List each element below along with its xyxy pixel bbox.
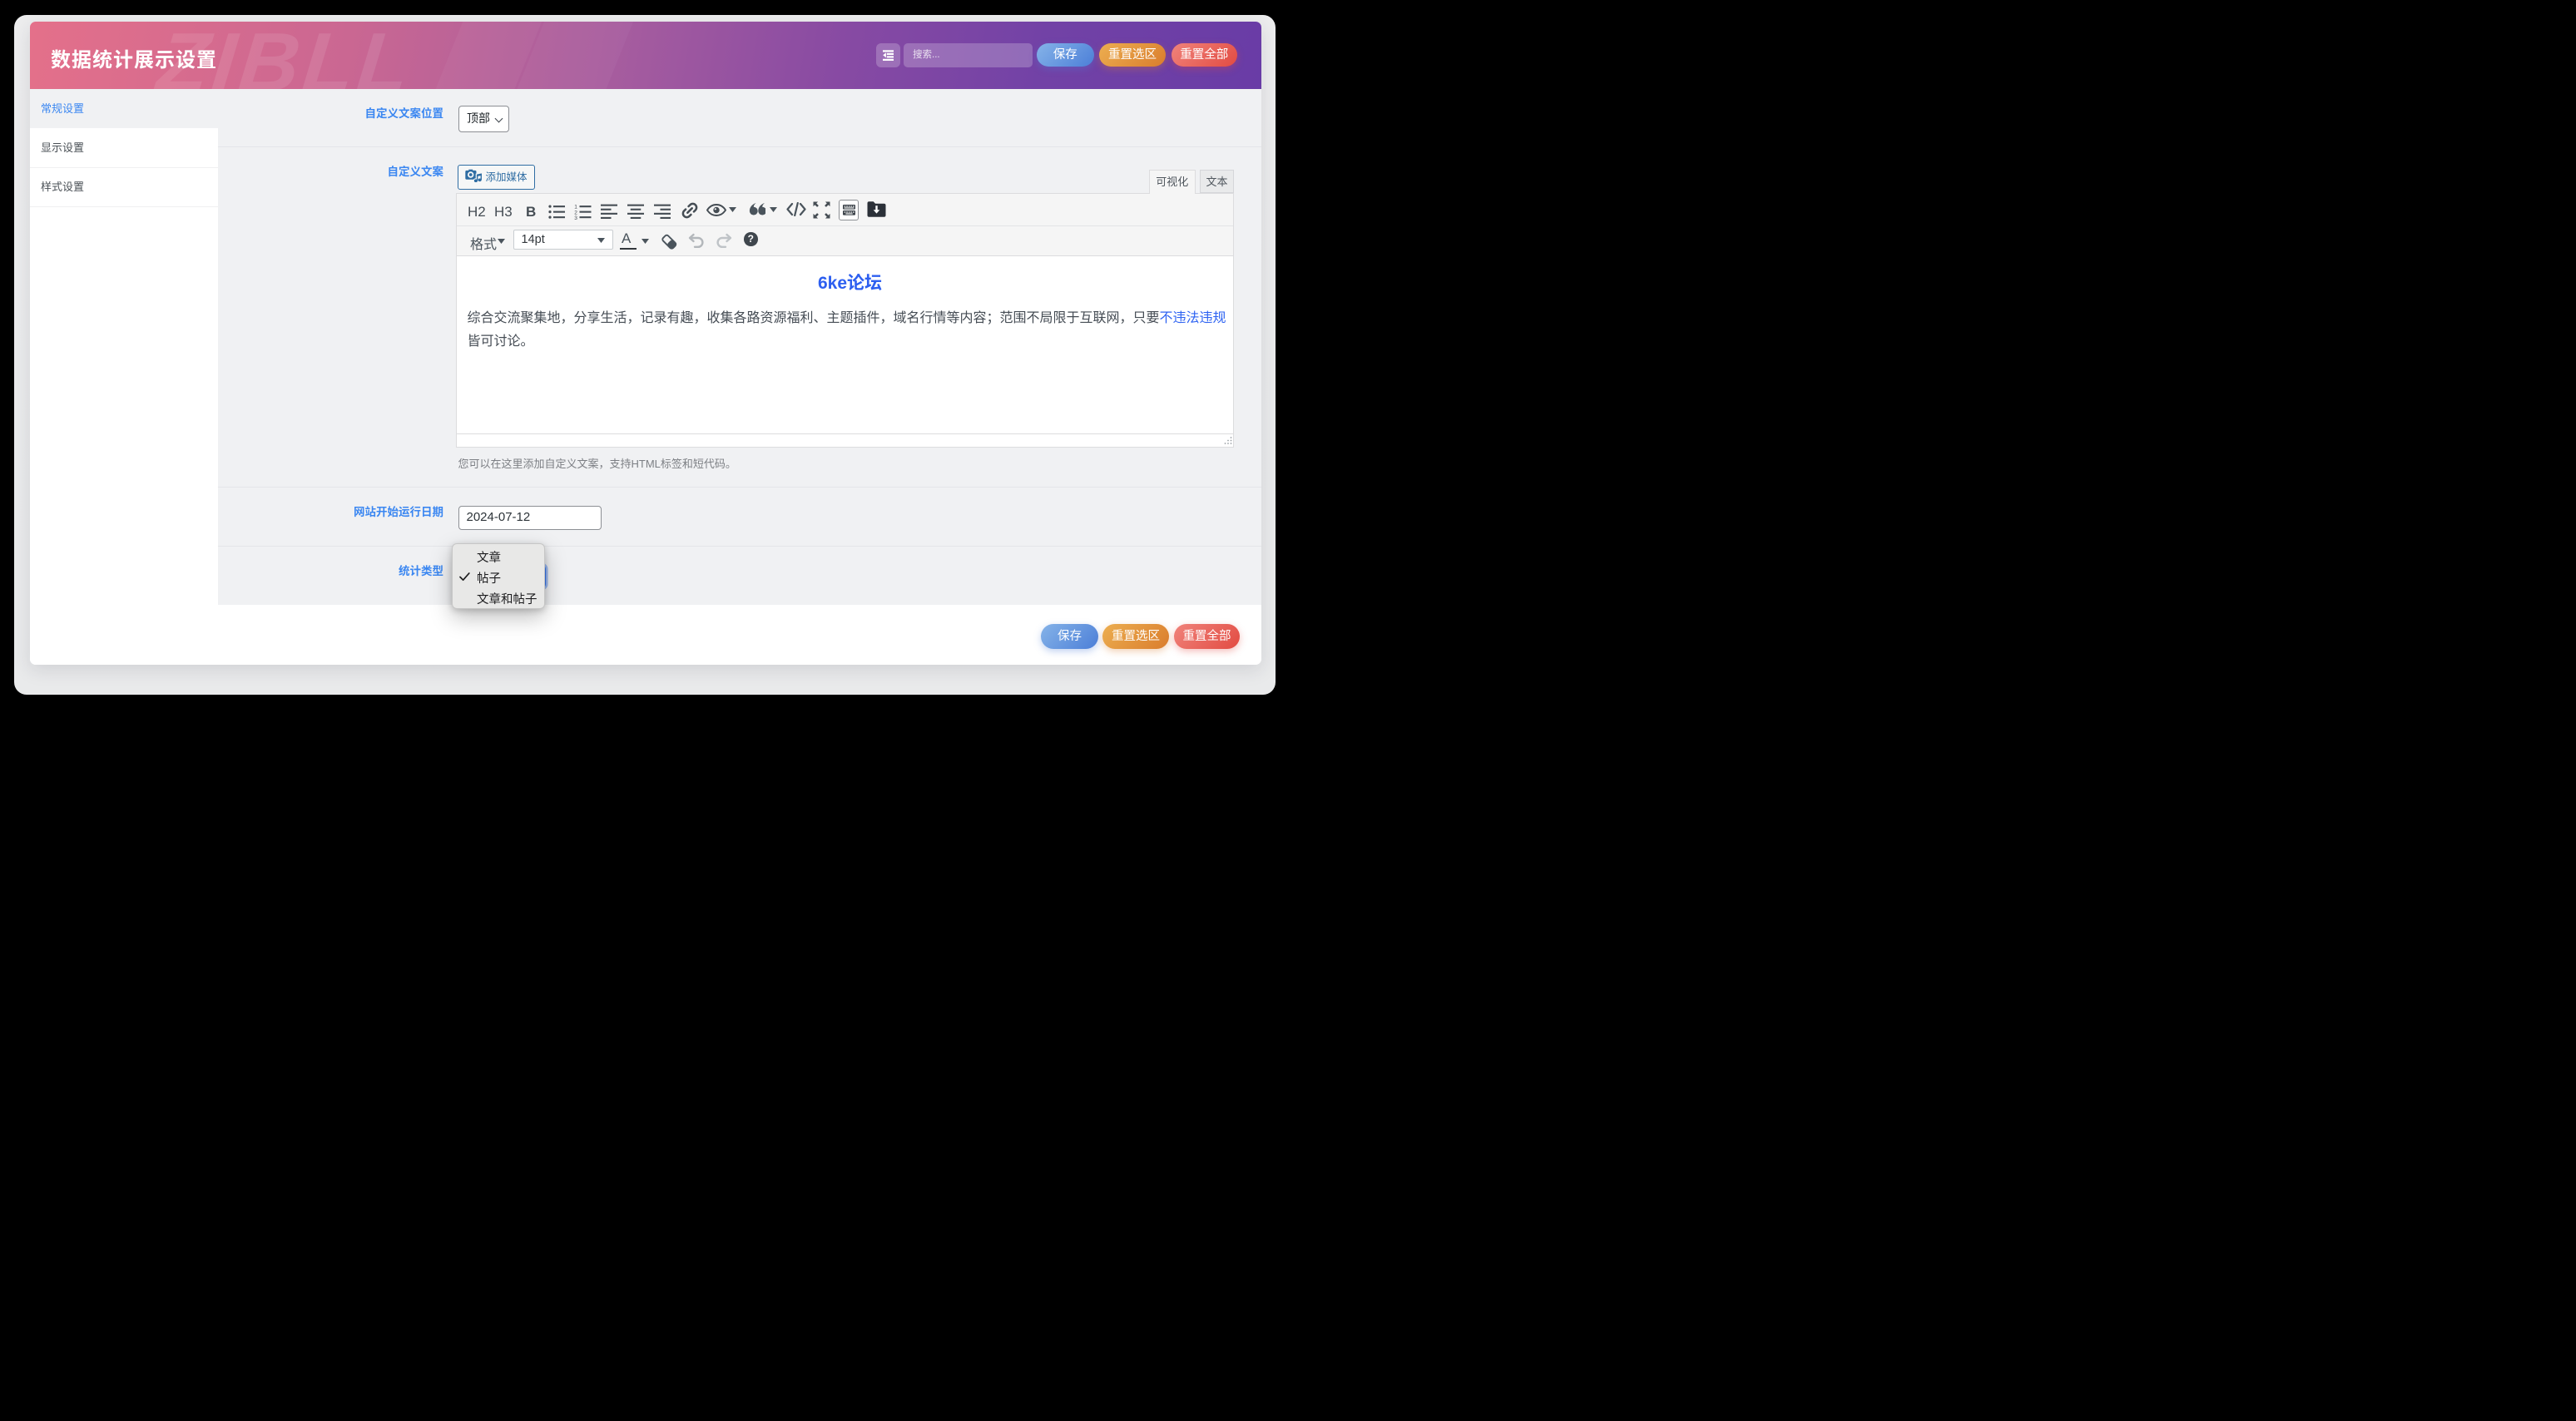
svg-text:3: 3	[574, 215, 577, 220]
